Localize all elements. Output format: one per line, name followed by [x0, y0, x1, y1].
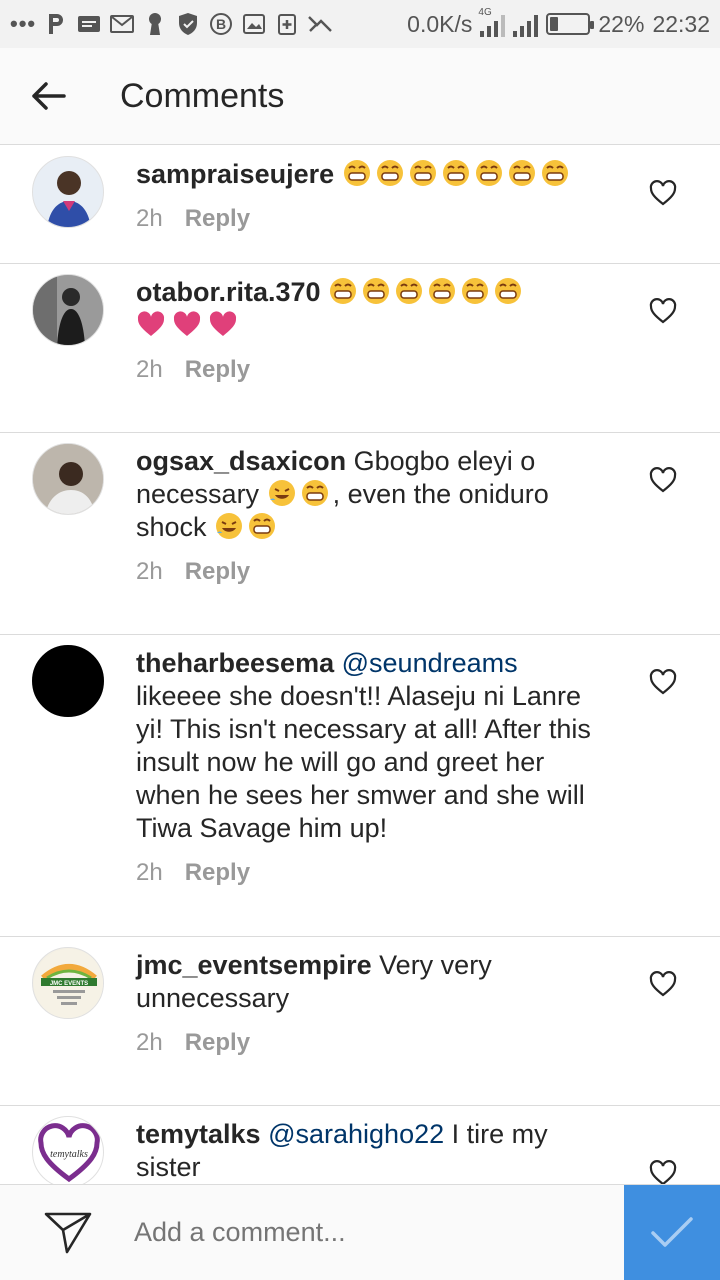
- heart-emoji: [136, 310, 172, 340]
- direct-share-button[interactable]: [42, 1207, 94, 1259]
- comment-username[interactable]: otabor.rita.370: [136, 277, 321, 307]
- laugh-emoji: [474, 159, 507, 189]
- gallery-icon: [241, 11, 267, 37]
- heart-icon[interactable]: [648, 296, 678, 326]
- laugh-emoji: [328, 277, 361, 307]
- comment-time: 2h: [136, 859, 163, 886]
- laugh-emoji: [375, 159, 408, 189]
- comment-item: temytalks temytalks @sarahigho22 I tire …: [0, 1106, 720, 1184]
- avatar[interactable]: [32, 274, 104, 346]
- svg-text:B: B: [216, 16, 226, 32]
- comment-input[interactable]: [134, 1217, 574, 1248]
- reply-button[interactable]: Reply: [185, 1029, 250, 1057]
- heart-icon[interactable]: [648, 1158, 678, 1184]
- avatar[interactable]: [32, 156, 104, 228]
- comment-item: JMC EVENTS jmc_eventsempire Very very un…: [0, 937, 720, 1106]
- avatar[interactable]: [32, 645, 104, 717]
- battery-percent: 22%: [598, 10, 645, 37]
- comment-username[interactable]: theharbeesema: [136, 648, 334, 678]
- rofl-emoji: [214, 512, 247, 542]
- laugh-emoji: [361, 277, 394, 307]
- heart-icon[interactable]: [648, 465, 678, 495]
- laugh-emoji: [540, 159, 573, 189]
- comment-time: 2h: [136, 1029, 163, 1056]
- reply-button[interactable]: Reply: [185, 558, 250, 586]
- battery-icon: [546, 13, 595, 35]
- comment-item: theharbeesema @seundreams likeeee she do…: [0, 635, 720, 937]
- network-speed: 0.0K/s: [407, 10, 473, 37]
- page-title: Comments: [120, 76, 285, 115]
- back-button[interactable]: [24, 72, 72, 120]
- signal-icon: [513, 11, 539, 37]
- signal-4g-icon: 4G: [478, 7, 506, 37]
- broken-icon: [307, 11, 333, 37]
- status-bar: ••• B 0.0K/s 4G 22% 22:32: [0, 0, 720, 48]
- reply-button[interactable]: Reply: [185, 859, 250, 887]
- laugh-emoji: [441, 159, 474, 189]
- app-bar: Comments: [0, 48, 720, 145]
- p-app-icon: [43, 11, 69, 37]
- network-type: 4G: [478, 7, 492, 18]
- laugh-emoji: [300, 479, 333, 509]
- arrow-left-icon: [32, 82, 66, 110]
- laugh-emoji: [394, 277, 427, 307]
- keyhole-icon: [142, 11, 168, 37]
- comment-item: otabor.rita.370 2h Reply: [0, 264, 720, 433]
- mention-link[interactable]: @sarahigho22: [268, 1119, 444, 1149]
- laugh-emojis: [328, 277, 526, 307]
- gmail-icon: [109, 11, 135, 37]
- laugh-emoji: [342, 159, 375, 189]
- rofl-emoji: [267, 479, 300, 509]
- message-icon: [76, 11, 102, 37]
- laugh-emoji: [493, 277, 526, 307]
- post-button[interactable]: [624, 1185, 720, 1280]
- heart-emoji: [172, 310, 208, 340]
- comment-text: likeeee she doesn't!! Alaseju ni Lanre y…: [136, 681, 591, 843]
- medic-icon: [274, 11, 300, 37]
- more-dots-icon: •••: [10, 11, 37, 36]
- comment-time: 2h: [136, 205, 163, 232]
- comment-time: 2h: [136, 356, 163, 383]
- comments-list[interactable]: sampraiseujere 2h Reply otabor.rita.370 …: [0, 146, 720, 1184]
- checkmark-icon: [651, 1217, 693, 1247]
- b-coin-icon: B: [208, 11, 234, 37]
- heart-emojis: [136, 310, 244, 340]
- paper-plane-icon: [44, 1212, 92, 1253]
- reply-button[interactable]: Reply: [185, 356, 250, 384]
- shield-icon: [175, 11, 201, 37]
- comment-username[interactable]: temytalks: [136, 1119, 261, 1149]
- mention-link[interactable]: @seundreams: [342, 648, 518, 678]
- comment-time: 2h: [136, 558, 163, 585]
- comment-item: sampraiseujere 2h Reply: [0, 146, 720, 264]
- comment-username[interactable]: ogsax_dsaxicon: [136, 446, 346, 476]
- comment-username[interactable]: jmc_eventsempire: [136, 950, 372, 980]
- heart-icon[interactable]: [648, 969, 678, 999]
- laugh-emoji: [507, 159, 540, 189]
- avatar[interactable]: [32, 443, 104, 515]
- laugh-emoji: [427, 277, 460, 307]
- heart-icon[interactable]: [648, 178, 678, 208]
- comment-composer: [0, 1184, 720, 1280]
- heart-icon[interactable]: [648, 667, 678, 697]
- clock: 22:32: [652, 10, 710, 37]
- comment-username[interactable]: sampraiseujere: [136, 159, 334, 189]
- laugh-emojis: [342, 159, 573, 189]
- svg-text:temytalks: temytalks: [50, 1149, 88, 1160]
- svg-text:JMC EVENTS: JMC EVENTS: [50, 981, 88, 987]
- avatar[interactable]: temytalks: [32, 1116, 104, 1184]
- reply-button[interactable]: Reply: [185, 205, 250, 233]
- laugh-emoji: [460, 277, 493, 307]
- heart-emoji: [208, 310, 244, 340]
- comment-item: ogsax_dsaxicon Gbogbo eleyi o necessary …: [0, 433, 720, 635]
- laugh-emoji: [247, 512, 280, 542]
- avatar[interactable]: JMC EVENTS: [32, 947, 104, 1019]
- laugh-emoji: [408, 159, 441, 189]
